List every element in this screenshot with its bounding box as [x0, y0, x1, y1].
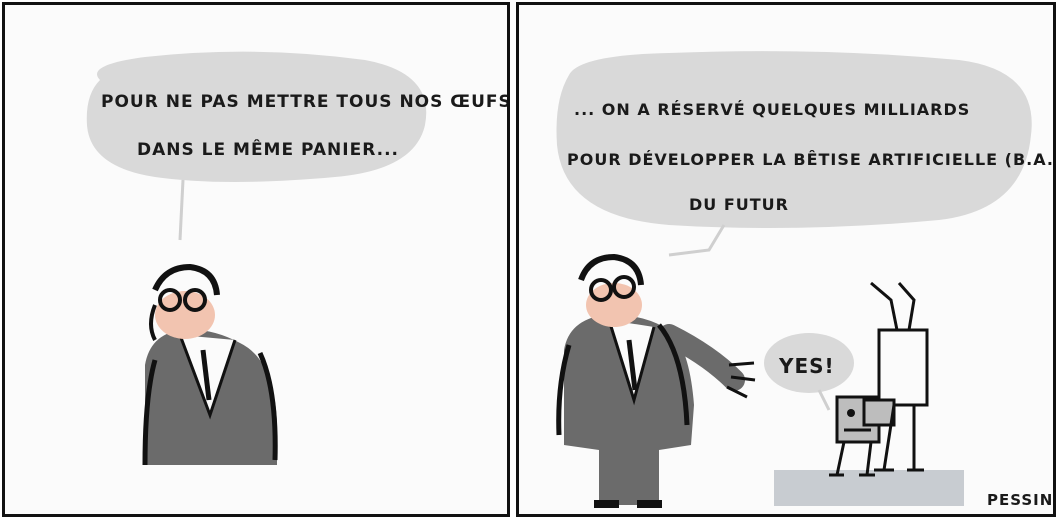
speech-line-3: DU FUTUR — [689, 195, 789, 214]
panel-1-illustration: POUR NE PAS METTRE TOUS NOS ŒUFS DANS LE… — [86, 51, 507, 466]
speech-line-2: POUR DÉVELOPPER LA BÊTISE ARTIFICIELLE (… — [567, 150, 1053, 169]
comic-panel-1: POUR NE PAS METTRE TOUS NOS ŒUFS DANS LE… — [2, 2, 510, 517]
speech-line-1: POUR NE PAS METTRE TOUS NOS ŒUFS — [101, 92, 507, 112]
businessman-figure — [142, 263, 278, 466]
speech-line-1: ... ON A RÉSERVÉ QUELQUES MILLIARDS — [574, 100, 970, 119]
robot-speech-text: YES! — [778, 354, 835, 378]
speech-line-2: DANS LE MÊME PANIER... — [137, 138, 399, 160]
businessman-figure — [556, 253, 756, 508]
speech-bubble: ... ON A RÉSERVÉ QUELQUES MILLIARDS POUR… — [556, 51, 1053, 257]
comic-panel-2: ... ON A RÉSERVÉ QUELQUES MILLIARDS POUR… — [516, 2, 1056, 517]
speech-bubble: POUR NE PAS METTRE TOUS NOS ŒUFS DANS LE… — [86, 51, 507, 241]
panel-2-illustration: ... ON A RÉSERVÉ QUELQUES MILLIARDS POUR… — [556, 51, 1053, 509]
artist-signature: PESSIN — [987, 491, 1053, 509]
comic-strip: POUR NE PAS METTRE TOUS NOS ŒUFS DANS LE… — [0, 0, 1060, 523]
